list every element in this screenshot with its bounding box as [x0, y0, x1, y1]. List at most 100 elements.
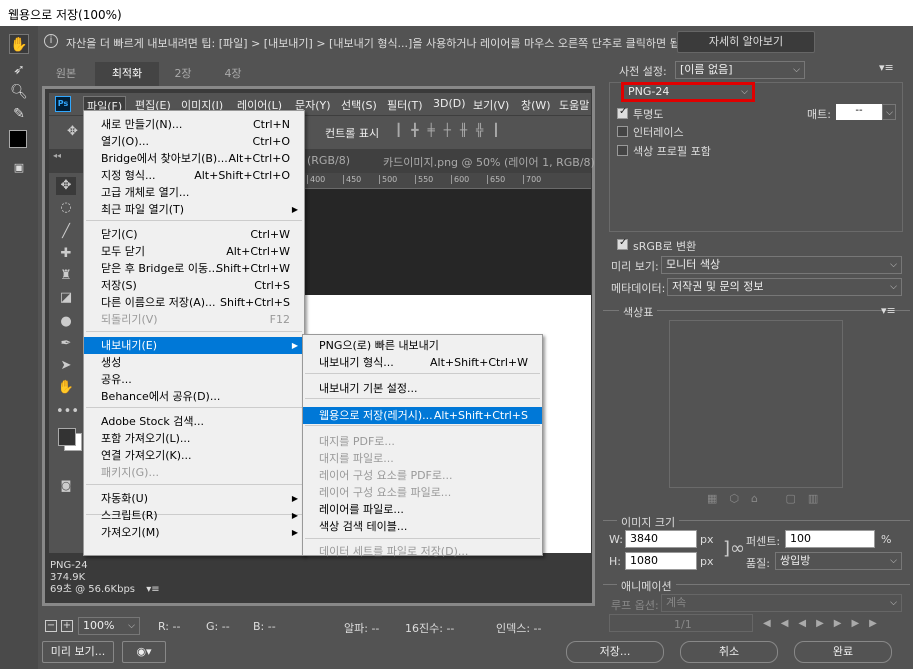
file-menu-item[interactable]: 고급 개체로 열기... — [84, 184, 304, 201]
export-menu-item[interactable]: 내보내기 형식... Alt+Shift+Ctrl+W — [303, 354, 542, 371]
tab-optimized[interactable]: 최적화 — [95, 62, 159, 86]
width-input[interactable]: 3840 — [625, 530, 697, 548]
animation-title: 애니메이션 — [617, 578, 676, 594]
tab-2up[interactable]: 2장 — [160, 62, 206, 86]
healing-tool-icon: ✚ — [60, 246, 72, 261]
window-title: 웹용으로 저장(100%) — [0, 0, 913, 26]
menu-item-label: 가져오기(M) — [101, 526, 160, 539]
embed-profile-checkbox[interactable] — [617, 145, 628, 156]
menu-item-label: 패키지(G)... — [101, 466, 159, 479]
file-menu-item[interactable]: 열기(O)... Ctrl+O — [84, 133, 304, 150]
file-menu-item[interactable]: 내보내기(E) ▶ — [84, 337, 304, 354]
zoom-out-button[interactable]: − — [45, 620, 57, 632]
slice-select-tool-icon[interactable]: ➶ — [9, 60, 29, 80]
learn-more-button[interactable]: 자세히 알아보기 — [677, 31, 815, 53]
menu-item-label: 다른 이름으로 저장(A)... — [101, 296, 216, 309]
color-table-tool-icons: ▦⬡⌂ ▢▥ — [707, 492, 831, 505]
export-menu-item: 데이터 세트를 파일로 저장(D)... — [303, 543, 542, 560]
export-menu-item[interactable]: 내보내기 기본 설정... — [303, 380, 542, 397]
eraser-tool-icon: ◪ — [59, 290, 73, 305]
color-table-menu-icon[interactable]: ▾≡ — [881, 304, 896, 317]
lasso-tool-icon: ◌ — [60, 200, 72, 215]
file-menu-item[interactable]: 지정 형식... Alt+Shift+Ctrl+O — [84, 167, 304, 184]
color-table — [669, 320, 843, 488]
export-menu-item: 레이어 구성 요소를 파일로... — [303, 484, 542, 501]
menu-item-label: 데이터 세트를 파일로 저장(D)... — [319, 545, 469, 558]
file-menu-item[interactable]: 다른 이름으로 저장(A)... Shift+Ctrl+S — [84, 294, 304, 311]
menu-item-label: 레이어 구성 요소를 PDF로... — [319, 469, 453, 482]
hand-tool-icon[interactable]: ✋ — [9, 34, 29, 54]
matte-swatch[interactable]: -- — [836, 104, 882, 120]
menu-separator — [86, 220, 302, 221]
transparency-label: 투명도 — [633, 108, 664, 121]
file-menu-item[interactable]: 모두 닫기 Alt+Ctrl+W — [84, 243, 304, 260]
doc-tab-2: 카드이미지.png @ 50% (레이어 1, RGB/8) — [383, 156, 595, 169]
file-menu-item[interactable]: 연결 가져오기(K)... — [84, 447, 304, 464]
ps-menu-view: 보기(V) — [473, 99, 510, 112]
zoom-dropdown[interactable]: 100% ⌵ — [78, 617, 140, 635]
export-menu-item[interactable]: 레이어를 파일로... — [303, 501, 542, 518]
percent-sign: % — [881, 533, 892, 546]
width-label: W: — [609, 533, 623, 546]
optimize-settings-panel: 사전 설정: [이름 없음]⌵ ▾≡ PNG-24⌵ 투명도 매트: -- ⌵ … — [603, 58, 910, 638]
export-menu-item[interactable]: PNG으(로) 빠른 내보내기 — [303, 337, 542, 354]
file-menu-item[interactable]: Behance에서 공유(D)... — [84, 388, 304, 405]
file-menu-item[interactable]: 가져오기(M) ▶ — [84, 524, 304, 541]
submenu-arrow-icon: ▶ — [291, 494, 298, 503]
toggle-slices-icon[interactable]: ▣ — [9, 158, 29, 178]
convert-srgb-checkbox[interactable] — [617, 237, 628, 250]
save-button[interactable]: 저장... — [566, 641, 664, 663]
connection-menu-icon[interactable]: ▾≡ — [146, 584, 159, 595]
cancel-button[interactable]: 취소 — [680, 641, 778, 663]
height-unit: px — [700, 555, 714, 568]
format-value: PNG-24 — [628, 85, 670, 98]
file-menu-item[interactable]: 스크립트(R) ▶ — [84, 507, 304, 524]
file-menu-item[interactable]: 자동화(U) ▶ — [84, 490, 304, 507]
format-dropdown[interactable]: PNG-24 ⌵ — [621, 82, 755, 102]
tab-4up[interactable]: 4장 — [210, 62, 256, 86]
menu-item-label: 레이어를 파일로... — [319, 503, 404, 516]
browser-preview-button[interactable]: ◉▾ — [122, 641, 166, 663]
file-menu-item[interactable]: 포함 가져오기(L)... — [84, 430, 304, 447]
preview-dropdown[interactable]: 모니터 색상 ⌵ — [661, 256, 902, 274]
zoom-tool-icon[interactable]: 🔍︎ — [9, 82, 29, 102]
percent-input[interactable]: 100 — [785, 530, 875, 548]
preset-dropdown[interactable]: [이름 없음] ⌵ — [675, 61, 805, 79]
file-menu-item[interactable]: Bridge에서 찾아보기(B)... Alt+Ctrl+O — [84, 150, 304, 167]
file-menu-item: 되돌리기(V) F12 — [84, 311, 304, 328]
brush-tool-icon: ╱ — [62, 224, 70, 239]
file-menu-item[interactable]: 공유... — [84, 371, 304, 388]
link-icon[interactable]: ]∞ — [723, 538, 745, 559]
quick-mask-icon: ◙ — [60, 479, 72, 492]
submenu-arrow-icon: ▶ — [291, 528, 298, 537]
menu-item-label: 생성 — [101, 356, 122, 369]
menu-item-label: 웹용으로 저장(레거시)... — [319, 409, 433, 422]
export-menu-item[interactable]: 색상 검색 테이블... — [303, 518, 542, 535]
file-menu-item[interactable]: 생성 — [84, 354, 304, 371]
file-menu-item[interactable]: 닫기(C) Ctrl+W — [84, 226, 304, 243]
panel-menu-icon[interactable]: ▾≡ — [879, 61, 894, 74]
chevron-down-icon: ⌵ — [890, 260, 897, 270]
preview-button[interactable]: 미리 보기... — [42, 641, 114, 663]
metadata-dropdown[interactable]: 저작권 및 문의 정보 ⌵ — [667, 278, 902, 296]
done-button[interactable]: 완료 — [794, 641, 892, 663]
eyedropper-color-swatch[interactable] — [9, 130, 27, 148]
tab-original[interactable]: 원본 — [42, 62, 90, 86]
file-menu-item[interactable]: 새로 만들기(N)... Ctrl+N — [84, 116, 304, 133]
file-menu-item[interactable]: 저장(S) Ctrl+S — [84, 277, 304, 294]
zoom-in-button[interactable]: + — [61, 620, 73, 632]
quality-dropdown[interactable]: 쌍입방 ⌵ — [775, 552, 902, 570]
matte-dropdown[interactable]: ⌵ — [882, 104, 896, 120]
eyedropper-tool-icon[interactable]: ✎ — [9, 104, 29, 124]
interlaced-checkbox[interactable] — [617, 126, 628, 137]
file-menu-item[interactable]: 최근 파일 열기(T) ▶ — [84, 201, 304, 218]
menu-item-label: 고급 개체로 열기... — [101, 186, 190, 199]
file-menu-item[interactable]: Adobe Stock 검색... — [84, 413, 304, 430]
export-menu-item[interactable]: 웹용으로 저장(레거시)... Alt+Shift+Ctrl+S — [303, 407, 542, 424]
height-input[interactable]: 1080 — [625, 552, 697, 570]
frame-counter: 1/1 — [674, 618, 692, 631]
file-menu-item[interactable]: 닫은 후 Bridge로 이동... Shift+Ctrl+W — [84, 260, 304, 277]
stamp-tool-icon: ♜ — [60, 268, 72, 283]
menu-item-label: 새로 만들기(N)... — [101, 118, 183, 131]
transparency-checkbox[interactable] — [617, 106, 628, 119]
